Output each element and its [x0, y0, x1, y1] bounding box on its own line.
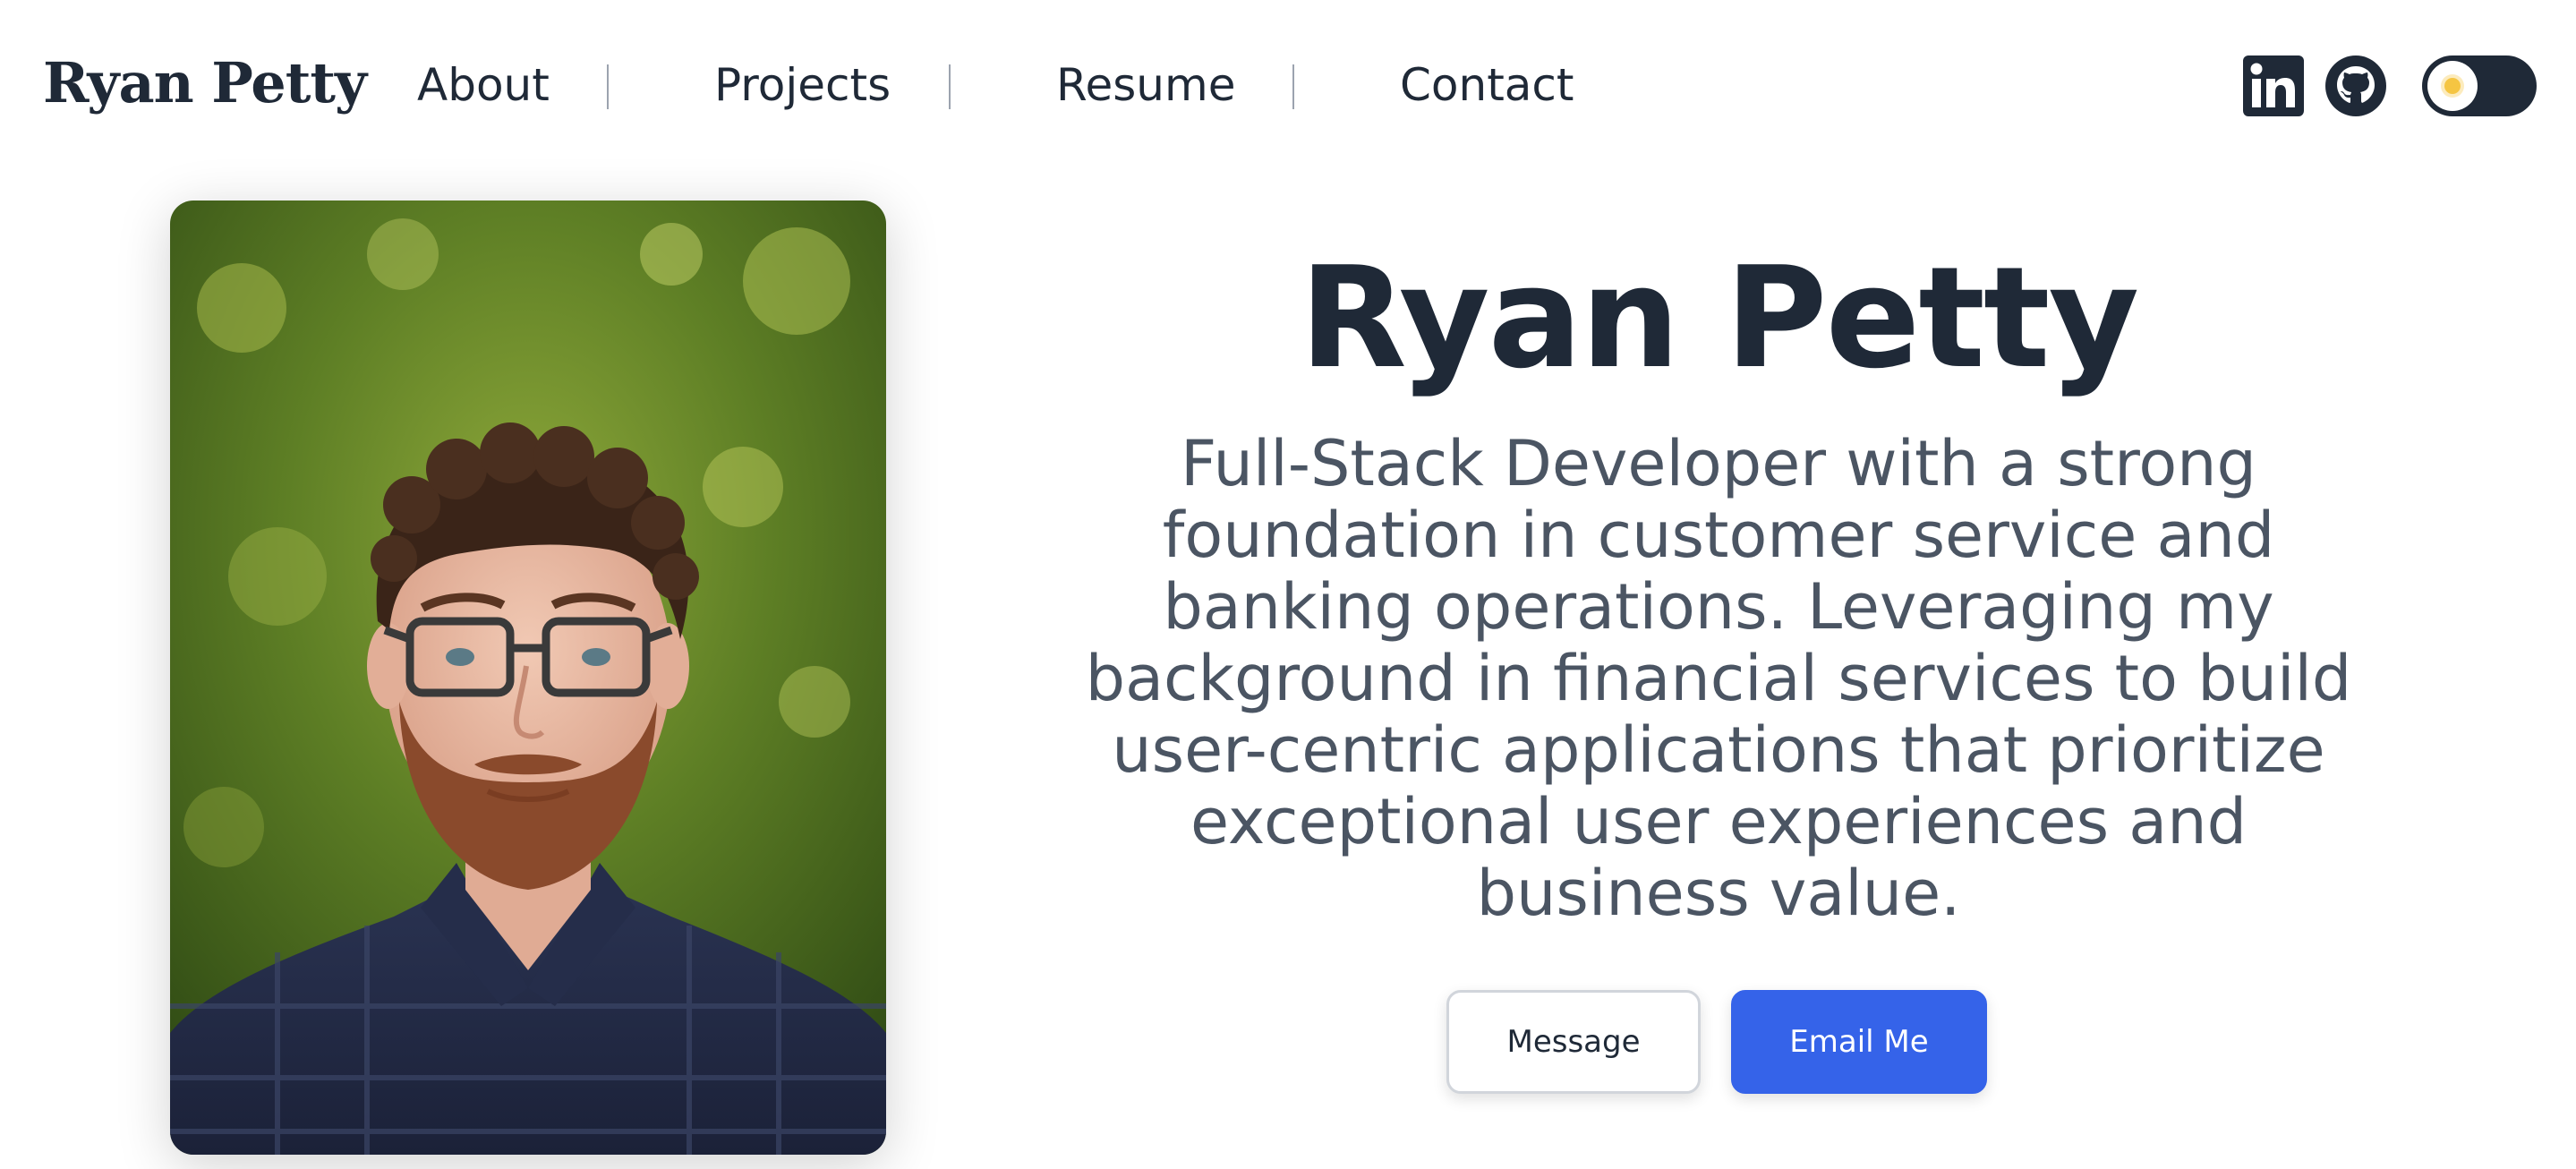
site-header: Ryan Petty About Projects Resume Contact — [0, 0, 2576, 170]
github-icon[interactable] — [2325, 55, 2386, 116]
nav-divider — [607, 64, 609, 109]
profile-photo — [170, 201, 886, 1155]
portrait-image — [170, 201, 886, 1155]
nav-link-about[interactable]: About — [417, 59, 550, 111]
hero-bio: Full-Stack Developer with a strong found… — [1085, 427, 2352, 930]
sun-icon — [2444, 78, 2461, 94]
nav-link-resume[interactable]: Resume — [1056, 59, 1235, 111]
brand-logo[interactable]: Ryan Petty — [43, 50, 367, 115]
nav-divider — [949, 64, 951, 109]
nav-link-projects[interactable]: Projects — [714, 59, 891, 111]
email-me-button[interactable]: Email Me — [1731, 990, 1987, 1094]
nav-divider — [1292, 64, 1294, 109]
hero-name: Ryan Petty — [1299, 236, 2139, 399]
theme-toggle[interactable] — [2422, 55, 2537, 116]
message-button[interactable]: Message — [1446, 990, 1701, 1094]
toggle-knob — [2427, 61, 2478, 111]
linkedin-icon[interactable] — [2243, 55, 2304, 116]
hero-section: Ryan Petty Full-Stack Developer with a s… — [1047, 242, 2390, 929]
nav-link-contact[interactable]: Contact — [1400, 59, 1574, 111]
